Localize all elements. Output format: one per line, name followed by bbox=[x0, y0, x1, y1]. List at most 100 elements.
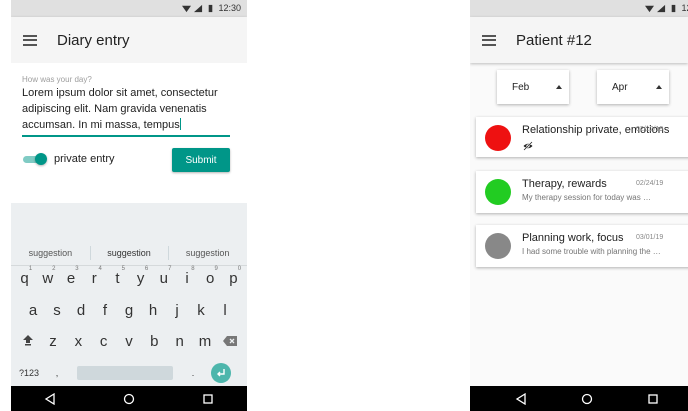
key-row-1: q1 w2 e3 r4 t5 y6 u7 i8 o9 p0 bbox=[11, 266, 247, 287]
key[interactable]: f bbox=[93, 302, 117, 319]
key[interactable]: e3 bbox=[59, 266, 82, 287]
key[interactable]: i8 bbox=[175, 266, 198, 287]
key-row-3: z x c v b n m bbox=[11, 333, 247, 350]
diary-form: How was your day? Lorem ipsum dolor sit … bbox=[11, 63, 247, 203]
key[interactable]: z bbox=[40, 333, 65, 350]
entry-text: Lorem ipsum dolor sit amet, consectetur … bbox=[22, 87, 218, 131]
key[interactable]: l bbox=[213, 302, 237, 319]
key[interactable]: o9 bbox=[199, 266, 222, 287]
suggestion-strip: suggestion suggestion suggestion bbox=[11, 241, 247, 266]
nav-bar bbox=[11, 386, 247, 411]
backspace-key[interactable] bbox=[218, 333, 243, 350]
month-range-selector: Feb Apr bbox=[470, 70, 688, 106]
text-caret bbox=[179, 118, 181, 130]
key[interactable]: h bbox=[141, 302, 165, 319]
suggestion-item[interactable]: suggestion bbox=[168, 241, 247, 265]
mood-indicator bbox=[485, 125, 511, 151]
caret-up-icon bbox=[656, 85, 662, 89]
private-entry-label: private entry bbox=[54, 153, 115, 165]
entry-prompt-label: How was your day? bbox=[22, 75, 92, 84]
patient-screen: 12:30 Patient #12 Feb Apr Relationship p… bbox=[470, 0, 688, 411]
back-icon[interactable] bbox=[44, 392, 56, 405]
wifi-icon bbox=[182, 5, 192, 12]
mood-indicator bbox=[485, 179, 511, 205]
battery-icon bbox=[672, 4, 676, 12]
period-key[interactable]: . bbox=[179, 368, 207, 378]
app-bar: Patient #12 bbox=[470, 17, 688, 63]
menu-icon[interactable] bbox=[482, 34, 496, 46]
entry-title: Planning work, focus bbox=[522, 232, 624, 244]
month-from-dropdown[interactable]: Feb bbox=[497, 70, 569, 104]
key[interactable]: w2 bbox=[36, 266, 59, 287]
status-time: 12:30 bbox=[218, 3, 241, 13]
symbols-key[interactable]: ?123 bbox=[15, 368, 43, 378]
soft-keyboard: suggestion suggestion suggestion q1 w2 e… bbox=[11, 203, 247, 386]
key[interactable]: t5 bbox=[106, 266, 129, 287]
submit-button[interactable]: Submit bbox=[172, 148, 230, 172]
battery-icon bbox=[209, 4, 213, 12]
diary-list-item[interactable]: Relationship private, emotions 02/12/19 bbox=[476, 117, 688, 157]
key[interactable]: y6 bbox=[129, 266, 152, 287]
home-icon[interactable] bbox=[581, 393, 593, 405]
enter-icon bbox=[217, 369, 225, 377]
toggle-knob bbox=[35, 153, 47, 165]
status-time: 12:30 bbox=[681, 3, 688, 13]
nav-bar bbox=[470, 386, 688, 411]
shift-icon bbox=[22, 335, 33, 346]
shift-key[interactable] bbox=[15, 333, 40, 350]
key[interactable]: a bbox=[21, 302, 45, 319]
home-icon[interactable] bbox=[123, 393, 135, 405]
month-from-label: Feb bbox=[512, 81, 530, 93]
month-to-dropdown[interactable]: Apr bbox=[597, 70, 669, 104]
entry-title: Therapy, rewards bbox=[522, 178, 607, 190]
key[interactable]: j bbox=[165, 302, 189, 319]
key[interactable]: p0 bbox=[222, 266, 245, 287]
enter-key[interactable] bbox=[211, 363, 231, 383]
diary-entry-input[interactable]: Lorem ipsum dolor sit amet, consectetur … bbox=[22, 85, 230, 133]
key[interactable]: s bbox=[45, 302, 69, 319]
key[interactable]: x bbox=[66, 333, 91, 350]
key[interactable]: g bbox=[117, 302, 141, 319]
key[interactable]: c bbox=[91, 333, 116, 350]
signal-icon bbox=[194, 4, 203, 12]
caret-up-icon bbox=[556, 85, 562, 89]
entry-date: 02/12/19 bbox=[636, 126, 664, 133]
comma-key[interactable]: , bbox=[43, 368, 71, 378]
status-bar: 12:30 bbox=[470, 0, 688, 17]
month-to-label: Apr bbox=[612, 81, 628, 93]
suggestion-item[interactable]: suggestion bbox=[11, 241, 90, 265]
key[interactable]: b bbox=[142, 333, 167, 350]
key[interactable]: u7 bbox=[152, 266, 175, 287]
menu-icon[interactable] bbox=[23, 34, 37, 46]
key-row-2: a s d f g h j k l bbox=[11, 302, 247, 319]
entry-preview: My therapy session for today was … bbox=[522, 193, 651, 202]
diary-list-item[interactable]: Therapy, rewards 02/24/19 My therapy ses… bbox=[476, 171, 688, 213]
backspace-icon bbox=[223, 336, 238, 346]
key[interactable]: v bbox=[116, 333, 141, 350]
entry-date: 02/24/19 bbox=[636, 180, 664, 187]
key[interactable]: r4 bbox=[83, 266, 106, 287]
key-row-4: ?123 , . bbox=[11, 363, 247, 383]
back-icon[interactable] bbox=[515, 392, 527, 405]
eye-off-icon bbox=[523, 141, 533, 151]
suggestion-item[interactable]: suggestion bbox=[89, 241, 169, 265]
entry-date: 03/01/19 bbox=[636, 234, 664, 241]
recents-icon[interactable] bbox=[647, 393, 659, 405]
key[interactable]: q1 bbox=[13, 266, 36, 287]
diary-list-item[interactable]: Planning work, focus 03/01/19 I had some… bbox=[476, 225, 688, 267]
diary-screen: 12:30 Diary entry How was your day? Lore… bbox=[11, 0, 247, 411]
recents-icon[interactable] bbox=[202, 393, 214, 405]
page-title: Diary entry bbox=[57, 31, 130, 49]
key[interactable]: d bbox=[69, 302, 93, 319]
signal-icon bbox=[657, 4, 666, 12]
private-entry-toggle[interactable] bbox=[23, 153, 47, 165]
key[interactable]: n bbox=[167, 333, 192, 350]
status-bar: 12:30 bbox=[11, 0, 247, 17]
space-key[interactable] bbox=[77, 366, 173, 380]
mood-indicator bbox=[485, 233, 511, 259]
page-title: Patient #12 bbox=[516, 31, 592, 49]
key[interactable]: k bbox=[189, 302, 213, 319]
entry-preview: I had some trouble with planning the … bbox=[522, 247, 661, 256]
key[interactable]: m bbox=[192, 333, 217, 350]
input-underline bbox=[22, 135, 230, 137]
